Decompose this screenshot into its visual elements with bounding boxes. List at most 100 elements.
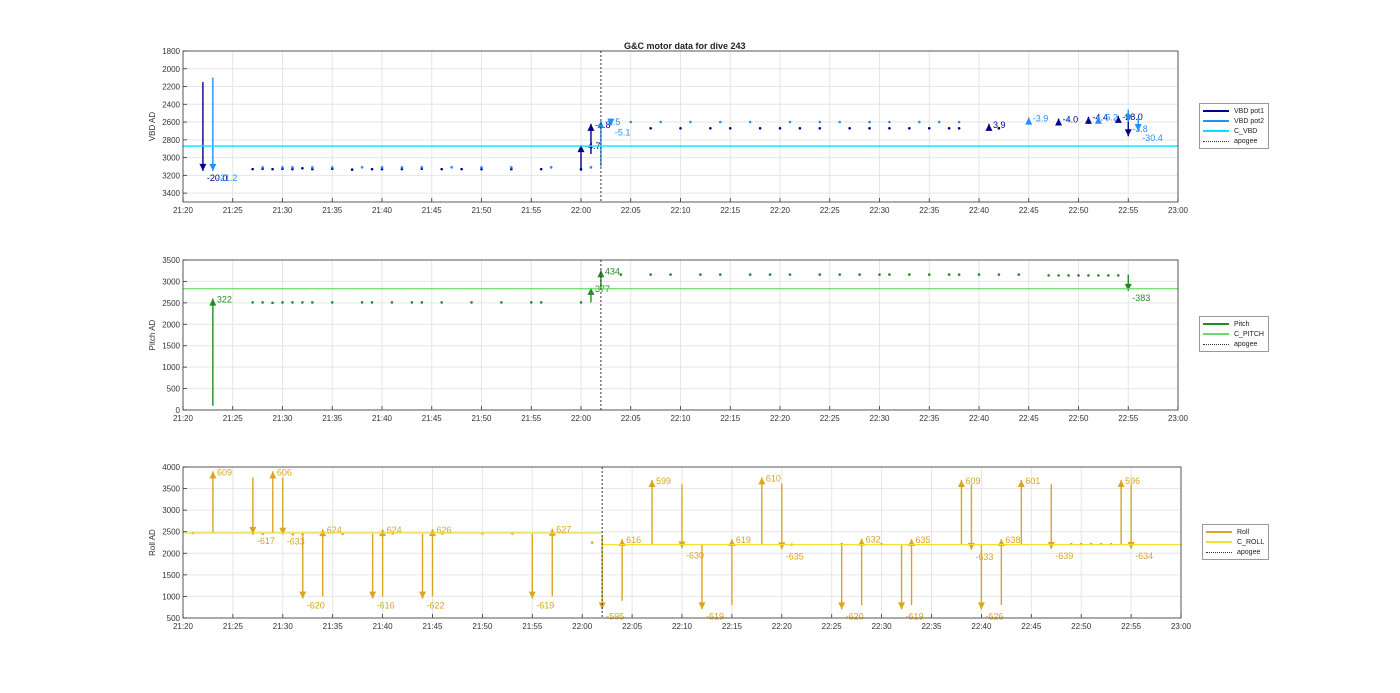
chart-figure: 21:20 21:25 21:30 21:35 21:40 21:45 21:50 21:55…	[148, 47, 1192, 631]
legend-swatch	[1206, 551, 1232, 553]
data-point	[251, 167, 254, 171]
x-tick-label: 22:50	[1068, 206, 1089, 215]
move-label: 606	[277, 467, 292, 477]
x-tick-label: 22:30	[872, 622, 893, 631]
data-point	[868, 120, 871, 124]
y-tick-label: 3000	[162, 154, 180, 163]
data-point	[330, 301, 334, 304]
data-point	[251, 301, 254, 304]
data-point	[768, 273, 772, 276]
y-tick-label: 2200	[162, 83, 180, 92]
x-tick-label: 22:30	[869, 414, 890, 423]
data-point	[888, 273, 891, 276]
move-label: 596	[1125, 476, 1140, 486]
x-tick-label: 22:40	[969, 206, 990, 215]
legend-swatch	[1206, 531, 1232, 533]
y-tick-label: 2000	[162, 65, 180, 74]
legend-entry: apogee	[1206, 547, 1264, 557]
data-point	[261, 166, 264, 169]
legend-pitch: Pitch C_PITCH apogee	[1199, 316, 1269, 352]
data-point	[1057, 274, 1060, 277]
x-tick-label: 22:50	[1068, 414, 1089, 423]
move-label: 635	[916, 535, 931, 545]
legend-label: VBD pot2	[1234, 117, 1264, 125]
data-point	[579, 301, 583, 304]
move-label: 599	[656, 476, 671, 486]
data-point	[838, 120, 841, 124]
legend-swatch	[1206, 541, 1232, 543]
move-label: -639	[1055, 551, 1073, 561]
x-tick-label: 22:20	[770, 206, 791, 215]
data-point	[629, 120, 633, 124]
legend-label: C_VBD	[1234, 127, 1258, 135]
data-point	[927, 273, 931, 276]
y-tick-label: 2600	[162, 118, 180, 127]
data-point	[977, 273, 981, 276]
data-point	[908, 126, 911, 130]
data-point	[261, 301, 264, 304]
move-label: -30.4	[1142, 133, 1163, 143]
data-point	[1117, 274, 1120, 277]
x-tick-label: 21:55	[522, 622, 543, 631]
x-tick-label: 21:50	[471, 414, 492, 423]
data-point	[788, 120, 792, 124]
x-tick-label: 22:25	[820, 206, 841, 215]
x-tick-label: 22:45	[1019, 414, 1040, 423]
move-label: -635	[786, 551, 804, 561]
data-point	[649, 273, 652, 276]
data-point	[748, 120, 752, 124]
x-tick-label: 22:45	[1019, 206, 1040, 215]
move-label: -620	[307, 601, 325, 611]
y-tick-label: 500	[167, 385, 181, 394]
legend-swatch	[1203, 110, 1229, 112]
x-tick-label: 21:20	[173, 414, 194, 423]
move-label: -619	[906, 611, 924, 621]
x-tick-label: 22:35	[919, 206, 940, 215]
move-label: -595	[606, 611, 624, 621]
move-label: 322	[217, 295, 232, 305]
move-label: -5.1	[615, 128, 631, 138]
move-label: -5.2	[1102, 113, 1118, 123]
move-label: -633	[975, 552, 993, 562]
data-point	[529, 301, 533, 304]
data-point	[510, 166, 513, 169]
data-point	[957, 273, 961, 276]
data-point	[1077, 274, 1080, 277]
data-point	[460, 167, 463, 171]
data-point	[281, 301, 284, 304]
y-tick-label: 1000	[162, 592, 180, 601]
data-point	[947, 126, 951, 130]
legend-label: VBD pot1	[1234, 107, 1264, 115]
x-tick-label: 23:00	[1171, 622, 1192, 631]
data-point	[420, 166, 424, 169]
x-tick-label: 22:15	[722, 622, 743, 631]
x-tick-label: 21:25	[223, 206, 244, 215]
x-tick-label: 22:55	[1121, 622, 1142, 631]
legend-entry: apogee	[1203, 339, 1264, 349]
x-tick-label: 21:50	[472, 622, 493, 631]
x-tick-label: 22:25	[820, 414, 841, 423]
data-point	[539, 167, 543, 171]
x-tick-label: 22:05	[622, 622, 643, 631]
y-tick-label: 4000	[162, 463, 180, 472]
legend-label: apogee	[1234, 340, 1258, 348]
data-point	[589, 166, 593, 169]
y-tick-label: 2000	[162, 320, 180, 329]
data-point	[350, 168, 354, 171]
x-tick-label: 22:10	[670, 414, 691, 423]
data-point	[788, 273, 792, 276]
move-label: -626	[985, 611, 1003, 621]
x-tick-label: 23:00	[1168, 414, 1189, 423]
data-point	[500, 301, 503, 304]
data-point	[947, 273, 951, 276]
legend-entry: VBD pot2	[1203, 116, 1264, 126]
data-point	[370, 167, 374, 171]
legend-swatch	[1203, 323, 1229, 325]
data-point	[957, 126, 961, 130]
y-tick-label: 3500	[162, 256, 180, 265]
y-tick-label: 500	[167, 614, 181, 623]
x-tick-label: 22:40	[971, 622, 992, 631]
x-tick-label: 21:20	[173, 622, 194, 631]
data-point	[669, 273, 672, 276]
legend-entry: Pitch	[1203, 319, 1264, 329]
